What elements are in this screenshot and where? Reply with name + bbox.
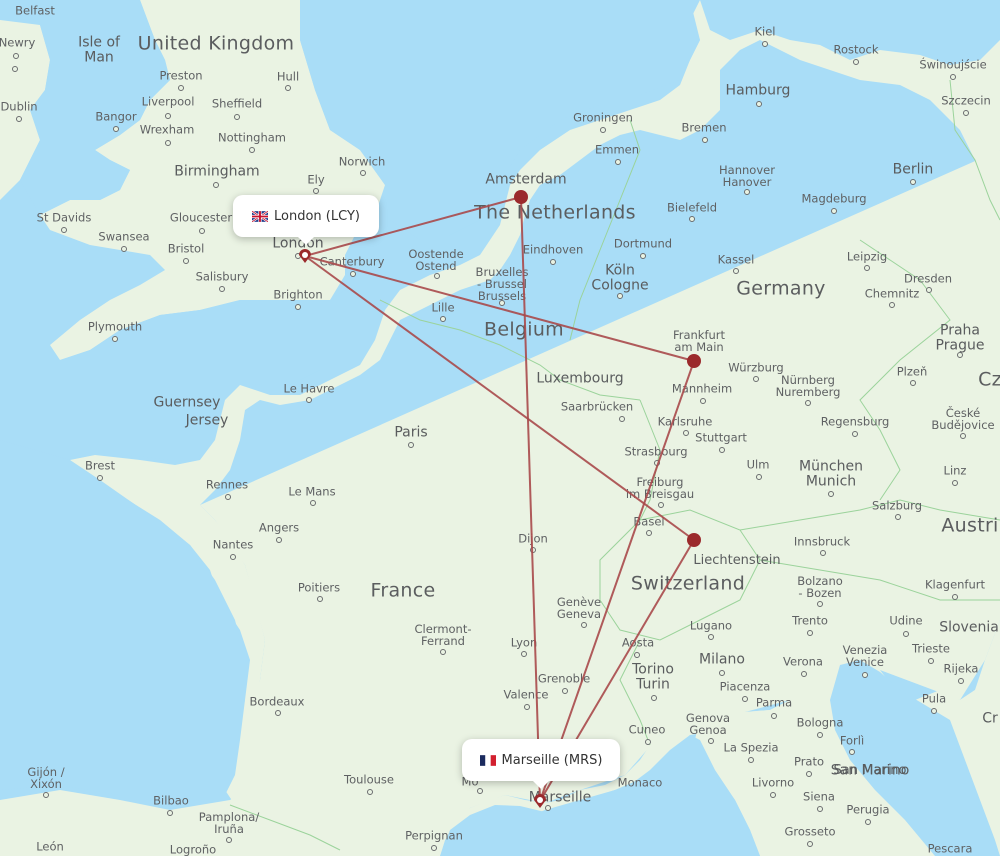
- destination-callout[interactable]: Marseille (MRS): [462, 739, 620, 789]
- route-layer: [299, 190, 701, 808]
- france-flag-icon: [479, 754, 496, 766]
- uk-flag-icon: [251, 209, 269, 223]
- stopover-marker-frankfurt[interactable]: [687, 354, 701, 368]
- destination-marker-center: [537, 797, 543, 803]
- stopover-marker-amsterdam[interactable]: [514, 190, 528, 204]
- route-line-london-frankfurt: [304, 255, 695, 362]
- origin-marker-center: [302, 252, 308, 258]
- origin-label: London (LCY): [274, 208, 360, 224]
- stopover-marker-zurich[interactable]: [687, 533, 701, 547]
- route-line-london-zürich: [304, 255, 695, 541]
- flight-route-map[interactable]: Belfast Newry Dublin Isle of Man Preston Hull L…: [0, 0, 1000, 856]
- route-line-amsterdam-marseille: [520, 196, 541, 802]
- origin-callout[interactable]: London (LCY): [233, 195, 379, 245]
- destination-label: Marseille (MRS): [501, 752, 603, 768]
